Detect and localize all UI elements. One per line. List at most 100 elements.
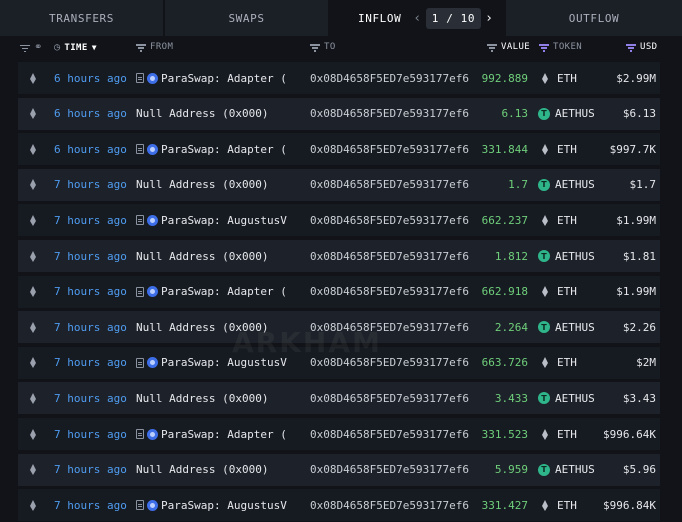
tab-swaps[interactable]: SWAPS — [165, 0, 330, 36]
time-link[interactable]: 6 hours ago — [54, 98, 134, 130]
to-address-link[interactable]: 0x08D4658F5ED7e593177ef6 — [310, 98, 476, 130]
filter-icon[interactable] — [20, 44, 30, 52]
table-row[interactable]: 7 hours ago ParaSwap: AugustusV 0x08D4658F… — [18, 489, 660, 522]
from-entity-link[interactable]: Null Address (0x000) — [136, 311, 296, 343]
from-entity-link[interactable]: Null Address (0x000) — [136, 240, 296, 272]
to-address-link[interactable]: 0x08D4658F5ED7e593177ef6 — [310, 382, 476, 414]
from-entity-link[interactable]: Null Address (0x000) — [136, 169, 296, 201]
to-address-link[interactable]: 0x08D4658F5ED7e593177ef6 — [310, 454, 476, 486]
table-row[interactable]: 7 hours ago Null Address (0x000) 0x08D4658… — [18, 382, 660, 415]
table-row[interactable]: 7 hours ago Null Address (0x000) 0x08D4658… — [18, 311, 660, 344]
filter-icon[interactable] — [626, 43, 636, 52]
chevron-right-icon[interactable]: › — [485, 11, 493, 26]
time-link[interactable]: 7 hours ago — [54, 204, 134, 236]
contract-doc-icon — [136, 215, 144, 226]
ethereum-icon — [29, 357, 37, 369]
table-row[interactable]: 7 hours ago Null Address (0x000) 0x08D4658… — [18, 240, 660, 272]
paraswap-logo-icon — [147, 499, 158, 511]
time-link[interactable]: 7 hours ago — [54, 276, 134, 308]
table-row[interactable]: 6 hours ago ParaSwap: Adapter ( 0x08D4658F… — [18, 133, 660, 166]
to-address-link[interactable]: 0x08D4658F5ED7e593177ef6 — [310, 133, 476, 165]
table-row[interactable]: 7 hours ago ParaSwap: AugustusV 0x08D4658F… — [18, 204, 660, 237]
from-column-header[interactable]: FROM — [136, 42, 173, 52]
from-entity-link[interactable]: ParaSwap: AugustusV — [136, 489, 296, 521]
time-link[interactable]: 6 hours ago — [54, 133, 134, 165]
tab-swaps-label: SWAPS — [228, 11, 265, 25]
time-link[interactable]: 7 hours ago — [54, 454, 134, 486]
ethereum-icon — [29, 428, 37, 440]
time-column-header[interactable]: ◷ TIME ▼ — [54, 42, 97, 53]
from-entity-link[interactable]: ParaSwap: Adapter ( — [136, 62, 296, 94]
table-row[interactable]: 7 hours ago Null Address (0x000) 0x08D4658… — [18, 168, 660, 201]
time-link[interactable]: 7 hours ago — [54, 418, 134, 450]
page-indicator: 1 / 10 — [425, 7, 482, 29]
to-address-link[interactable]: 0x08D4658F5ED7e593177ef6 — [310, 62, 476, 94]
time-link[interactable]: 7 hours ago — [54, 311, 134, 343]
from-entity-link[interactable]: ParaSwap: Adapter ( — [136, 133, 296, 165]
from-entity-label: Null Address (0x000) — [136, 249, 269, 263]
filter-icon[interactable] — [539, 43, 549, 52]
usd-column-header[interactable]: USD — [626, 42, 657, 52]
chevron-left-icon[interactable]: ‹ — [413, 11, 421, 26]
to-address-link[interactable]: 0x08D4658F5ED7e593177ef6 — [310, 311, 476, 343]
paraswap-logo-icon — [147, 214, 158, 226]
filter-icon[interactable] — [310, 43, 320, 52]
from-entity-link[interactable]: ParaSwap: AugustusV — [136, 204, 296, 236]
table-row[interactable]: 7 hours ago ParaSwap: Adapter ( 0x08D4658F… — [18, 275, 660, 308]
ethereum-icon — [29, 179, 37, 191]
to-column-header[interactable]: TO — [310, 42, 336, 52]
sort-down-icon[interactable]: ▼ — [92, 43, 97, 52]
time-link[interactable]: 7 hours ago — [54, 169, 134, 201]
time-link[interactable]: 7 hours ago — [54, 240, 134, 272]
aethus-icon: T — [538, 463, 550, 476]
tab-transfers-label: TRANSFERS — [48, 11, 114, 25]
from-entity-link[interactable]: ParaSwap: Adapter ( — [136, 276, 296, 308]
paraswap-logo-icon — [147, 286, 158, 298]
to-address-link[interactable]: 0x08D4658F5ED7e593177ef6 — [310, 169, 476, 201]
table-row[interactable]: 7 hours ago Null Address (0x000) 0x08D4658… — [18, 453, 660, 486]
from-entity-link[interactable]: Null Address (0x000) — [136, 382, 296, 414]
token-label: ETH — [557, 356, 577, 370]
time-link[interactable]: 6 hours ago — [54, 62, 134, 94]
table-row[interactable]: 6 hours ago Null Address (0x000) 0x08D4658… — [18, 97, 660, 130]
ethereum-icon — [542, 286, 549, 298]
time-link[interactable]: 7 hours ago — [54, 347, 134, 379]
usd-cell: $2.26 — [622, 320, 656, 334]
tab-outflow[interactable]: OUTFLOW — [506, 0, 682, 36]
ethereum-icon — [542, 214, 549, 226]
time-link[interactable]: 7 hours ago — [54, 382, 134, 414]
time-link[interactable]: 7 hours ago — [54, 489, 134, 521]
token-label: AETHUS — [555, 107, 595, 121]
table-row[interactable]: 6 hours ago ParaSwap: Adapter ( 0x08D4658F… — [18, 62, 660, 94]
aethus-icon: T — [538, 392, 550, 405]
from-entity-link[interactable]: Null Address (0x000) — [136, 454, 296, 486]
to-address-link[interactable]: 0x08D4658F5ED7e593177ef6 — [310, 418, 476, 450]
chain-cell — [26, 382, 40, 414]
chain-filter[interactable]: ⚭ — [20, 42, 43, 53]
tab-transfers[interactable]: TRANSFERS — [0, 0, 165, 36]
value-cell: 331.844 — [481, 142, 528, 156]
usd-cell: $6.13 — [622, 107, 656, 121]
ethereum-icon — [29, 464, 37, 476]
to-address-link[interactable]: 0x08D4658F5ED7e593177ef6 — [310, 204, 476, 236]
table-header: ⚭ ◷ TIME ▼ FROM TO VALUE TOKEN USD — [0, 36, 682, 58]
table-row[interactable]: 7 hours ago ParaSwap: Adapter ( 0x08D4658F… — [18, 418, 660, 450]
paraswap-logo-icon — [147, 143, 158, 155]
value-column-header[interactable]: VALUE — [487, 42, 530, 52]
filter-icon[interactable] — [136, 43, 146, 52]
to-address-link[interactable]: 0x08D4658F5ED7e593177ef6 — [310, 489, 476, 521]
tab-inflow[interactable]: INFLOW ‹ 1 / 10 › — [330, 0, 506, 36]
from-entity-label: Null Address (0x000) — [136, 391, 269, 405]
from-entity-link[interactable]: ParaSwap: AugustusV — [136, 347, 296, 379]
table-row[interactable]: 7 hours ago ParaSwap: AugustusV 0x08D4658F… — [18, 346, 660, 379]
to-address-link[interactable]: 0x08D4658F5ED7e593177ef6 — [310, 347, 476, 379]
from-entity-link[interactable]: ParaSwap: Adapter ( — [136, 418, 296, 450]
value-cell: 1.7 — [508, 178, 528, 192]
filter-icon[interactable] — [487, 43, 497, 52]
value-cell: 663.726 — [481, 356, 528, 370]
from-entity-link[interactable]: Null Address (0x000) — [136, 98, 296, 130]
to-address-link[interactable]: 0x08D4658F5ED7e593177ef6 — [310, 240, 476, 272]
to-address-link[interactable]: 0x08D4658F5ED7e593177ef6 — [310, 276, 476, 308]
token-column-header[interactable]: TOKEN — [539, 42, 582, 52]
from-entity-label: Null Address (0x000) — [136, 107, 269, 121]
